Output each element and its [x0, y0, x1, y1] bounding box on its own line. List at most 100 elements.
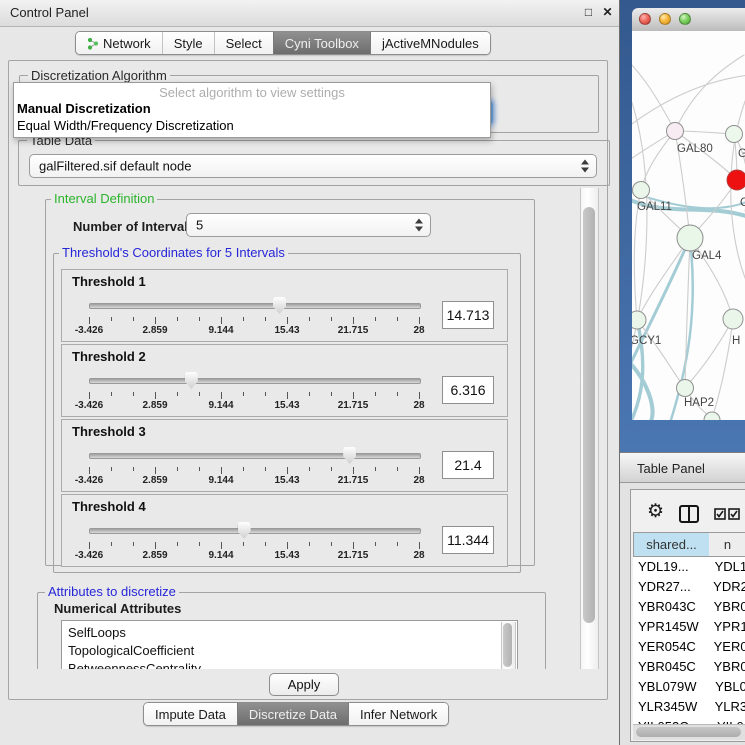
network-node-gal80[interactable]: [667, 123, 684, 140]
tab-network[interactable]: Network: [76, 32, 162, 54]
tab-cyni-toolbox[interactable]: Cyni Toolbox: [273, 32, 370, 54]
slider-thumb[interactable]: [185, 372, 198, 389]
column-header-name[interactable]: n: [709, 532, 745, 557]
list-scrollbar-thumb[interactable]: [503, 623, 512, 667]
table-row[interactable]: YBR045CYBR0: [633, 657, 745, 677]
tick-mark: [221, 317, 222, 324]
settings-scrollbar-thumb[interactable]: [583, 207, 595, 623]
network-node-gcy1[interactable]: [632, 311, 646, 329]
network-node-h[interactable]: [723, 309, 743, 329]
tick-mark: [287, 317, 288, 324]
network-view-window: GAL80GACGAL11GAL4GCY1HHAP2: [632, 8, 745, 420]
threshold-slider[interactable]: -3.4262.8599.14415.4321.71528: [62, 270, 507, 341]
slider-track[interactable]: [89, 378, 421, 384]
list-scrollbar-track[interactable]: [501, 622, 516, 669]
threshold-panel-3: Threshold 3-3.4262.8599.14415.4321.71528…: [61, 419, 508, 492]
network-canvas[interactable]: GAL80GACGAL11GAL4GCY1HHAP2: [632, 31, 745, 420]
tab-style[interactable]: Style: [162, 32, 214, 54]
tick-mark: [397, 542, 398, 546]
settings-scrollbar-track[interactable]: [580, 188, 599, 669]
table-cell-shared-name: YER054C: [633, 637, 706, 657]
tick-mark: [111, 392, 112, 396]
threshold-slider[interactable]: -3.4262.8599.14415.4321.71528: [62, 420, 507, 491]
threshold-value-field[interactable]: 14.713: [442, 301, 494, 329]
table-cell-shared-name: YIL052C: [633, 717, 709, 724]
tick-mark: [265, 392, 266, 396]
slider-track[interactable]: [89, 453, 421, 459]
tick-label: 15.43: [274, 400, 299, 411]
slider-thumb[interactable]: [343, 447, 356, 464]
table-h-scrollbar-track[interactable]: [633, 724, 745, 740]
network-node-hap2[interactable]: [677, 380, 694, 397]
tick-mark: [221, 392, 222, 399]
split-view-icon[interactable]: [679, 505, 699, 523]
tab-label: jActiveMNodules: [382, 36, 479, 51]
table-row[interactable]: YBR043CYBR0: [633, 597, 745, 617]
table-row[interactable]: YLR345WYLR3: [633, 697, 745, 717]
tick-mark: [309, 467, 310, 471]
algorithm-option-manual-discretization[interactable]: Manual Discretization: [17, 101, 151, 116]
float-window-button[interactable]: □: [581, 5, 596, 20]
cyni-toolbox-panel: Discretization Algorithm Table Data galF…: [8, 60, 608, 700]
threshold-slider[interactable]: -3.4262.8599.14415.4321.71528: [62, 345, 507, 416]
tab-infer-network[interactable]: Infer Network: [348, 703, 448, 725]
table-row[interactable]: YDL19...YDL1: [633, 557, 745, 577]
threshold-value-field[interactable]: 11.344: [442, 526, 494, 554]
apply-button[interactable]: Apply: [269, 673, 339, 696]
table-h-scrollbar-thumb[interactable]: [636, 727, 741, 737]
close-window-button[interactable]: ✕: [600, 5, 615, 20]
tick-mark: [375, 467, 376, 471]
slider-thumb[interactable]: [238, 522, 251, 539]
tick-mark: [419, 542, 420, 549]
table-row[interactable]: YDR27...YDR2: [633, 577, 745, 597]
tick-mark: [265, 317, 266, 321]
tick-mark: [353, 467, 354, 474]
network-edge: [632, 75, 745, 127]
combo-stepper[interactable]: [581, 160, 589, 173]
mac-zoom-button[interactable]: [679, 13, 691, 25]
attribute-item-betweennesscentrality[interactable]: BetweennessCentrality: [62, 660, 517, 669]
number-of-intervals-combo[interactable]: 5: [186, 213, 431, 237]
table-row[interactable]: YER054CYER0: [633, 637, 745, 657]
mac-close-button[interactable]: [639, 13, 651, 25]
slider-thumb[interactable]: [273, 297, 286, 314]
column-header-shared-name[interactable]: shared...: [633, 532, 710, 557]
attribute-item-topologicalcoefficient[interactable]: TopologicalCoefficient: [62, 642, 517, 660]
tab-jactivemnodules[interactable]: jActiveMNodules: [370, 32, 490, 54]
algorithm-placeholder-option[interactable]: Select algorithm to view settings: [14, 85, 490, 100]
algorithm-option-equal-width-frequency-discretization[interactable]: Equal Width/Frequency Discretization: [17, 118, 234, 133]
slider-track[interactable]: [89, 528, 421, 534]
control-panel-titlebar: Control Panel □ ✕: [0, 0, 619, 27]
settings-gear-icon[interactable]: ⚙: [647, 502, 664, 521]
tick-mark: [133, 317, 134, 321]
combo-stepper[interactable]: [415, 219, 423, 232]
tab-impute-data[interactable]: Impute Data: [144, 703, 237, 725]
network-node-gal4[interactable]: [677, 225, 703, 251]
network-node-ga[interactable]: [726, 126, 743, 143]
threshold-slider[interactable]: -3.4262.8599.14415.4321.71528: [62, 495, 507, 566]
network-node-gal11[interactable]: [633, 182, 650, 199]
threshold-value-field[interactable]: 6.316: [442, 376, 494, 404]
tab-discretize-data[interactable]: Discretize Data: [237, 703, 348, 725]
tick-mark: [111, 317, 112, 321]
network-node-c[interactable]: [727, 170, 745, 190]
select-columns-icon[interactable]: [714, 508, 742, 520]
tick-mark: [199, 392, 200, 396]
table-row[interactable]: YPR145WYPR1: [633, 617, 745, 637]
numerical-attributes-list[interactable]: SelfLoopsTopologicalCoefficientBetweenne…: [61, 620, 518, 669]
attribute-item-selfloops[interactable]: SelfLoops: [62, 621, 517, 642]
threshold-value-field[interactable]: 21.4: [442, 451, 494, 479]
table-row[interactable]: YIL052CYIL0: [633, 717, 745, 724]
tab-select[interactable]: Select: [214, 32, 273, 54]
tick-label: 15.43: [274, 475, 299, 486]
chevron-down-icon: [581, 168, 589, 173]
table-data-combo[interactable]: galFiltered.sif default node: [29, 154, 597, 178]
tab-label: Style: [174, 36, 203, 51]
node-table[interactable]: YDL19...YDL1YDR27...YDR2YBR043CYBR0YPR14…: [633, 557, 745, 724]
table-cell-shared-name: YDR27...: [633, 577, 705, 597]
tick-mark: [265, 467, 266, 471]
table-row[interactable]: YBL079WYBL0: [633, 677, 745, 697]
mac-minimize-button[interactable]: [659, 13, 671, 25]
numerical-attributes-label: Numerical Attributes: [54, 601, 181, 616]
slider-track[interactable]: [89, 303, 421, 309]
